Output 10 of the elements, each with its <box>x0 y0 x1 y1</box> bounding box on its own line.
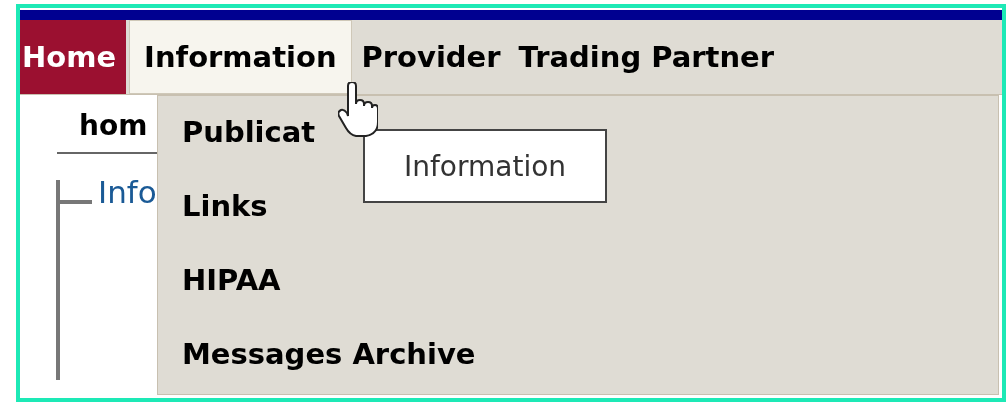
section-title: Info <box>98 174 157 210</box>
hand-cursor-icon <box>338 82 378 138</box>
tooltip: Information <box>363 129 607 203</box>
menu-item[interactable]: Trading Partner <box>508 20 783 94</box>
dropdown-item[interactable]: HIPAA <box>182 258 998 303</box>
menu-item[interactable]: Home <box>20 20 127 94</box>
dropdown-item[interactable]: Messages Archive <box>182 332 998 377</box>
menu-item[interactable]: Provider <box>351 20 509 94</box>
breadcrumb[interactable]: hom <box>79 109 148 142</box>
menu-item[interactable]: Information <box>129 20 352 94</box>
